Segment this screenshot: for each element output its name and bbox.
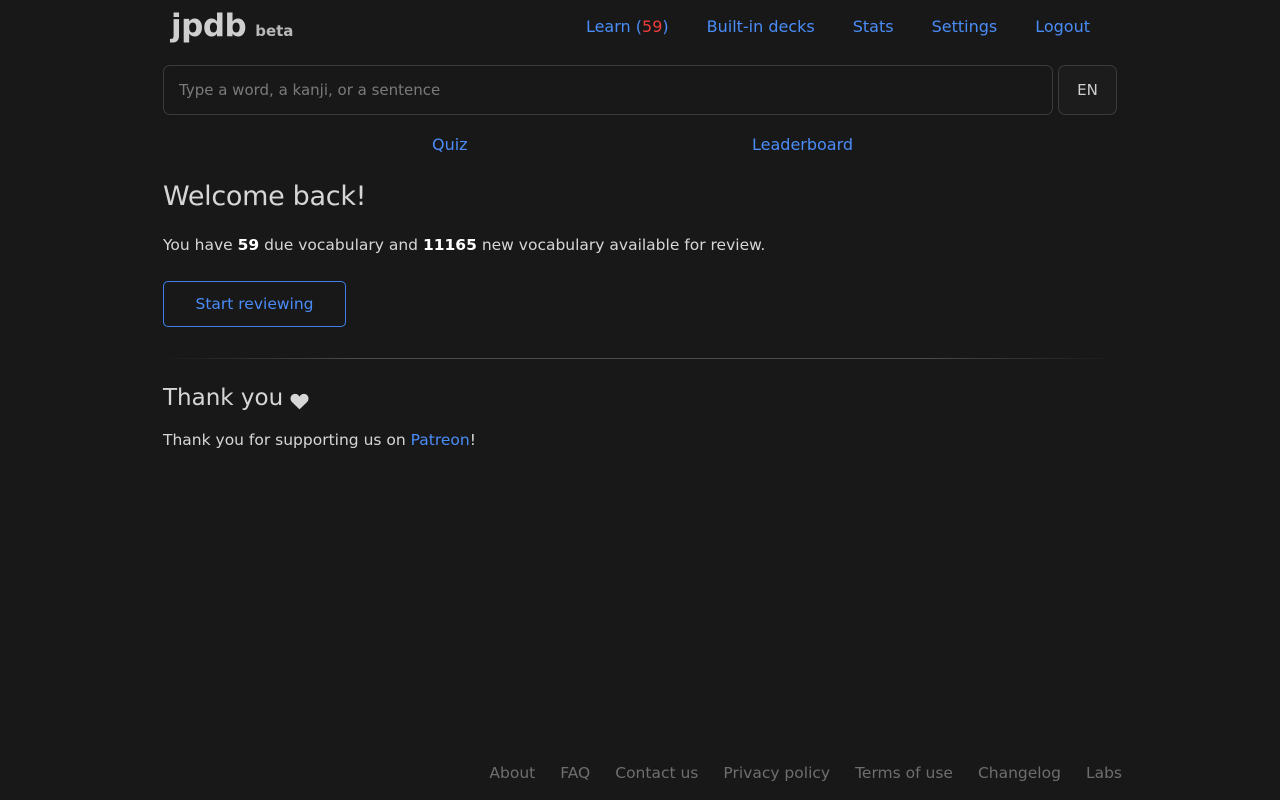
thanks-text-suffix: ! [469, 431, 476, 449]
nav-builtin-decks[interactable]: Built-in decks [707, 17, 815, 36]
nav-learn-count: 59 [642, 17, 663, 36]
nav-learn[interactable]: Learn (59) [586, 17, 669, 36]
welcome-title: Welcome back! [163, 181, 367, 212]
nav-stats[interactable]: Stats [853, 17, 894, 36]
start-reviewing-button[interactable]: Start reviewing [163, 281, 346, 327]
nav-logout[interactable]: Logout [1035, 17, 1090, 36]
new-count: 11165 [422, 236, 477, 254]
thanks-title: Thank you [163, 385, 309, 411]
logo[interactable]: jpdb beta [171, 8, 293, 44]
header: jpdb beta Learn (59) Built-in decks Stat… [163, 0, 1117, 60]
page-container: jpdb beta Learn (59) Built-in decks Stat… [163, 0, 1122, 800]
main-nav: Learn (59) Built-in decks Stats Settings… [548, 17, 1090, 36]
patreon-link[interactable]: Patreon [411, 431, 470, 449]
welcome-text-prefix: You have [163, 236, 238, 254]
welcome-summary: You have 59 due vocabulary and 11165 new… [163, 236, 765, 254]
thanks-message: Thank you for supporting us on Patreon! [163, 431, 476, 449]
welcome-text-middle: due vocabulary and [259, 236, 423, 254]
logo-beta-tag: beta [255, 22, 294, 40]
search-input[interactable] [163, 65, 1053, 115]
footer: About FAQ Contact us Privacy policy Term… [464, 764, 1122, 782]
logo-text: jpdb [171, 8, 247, 44]
nav-settings[interactable]: Settings [932, 17, 998, 36]
footer-contact[interactable]: Contact us [615, 764, 698, 782]
nav-learn-label: Learn [585, 17, 631, 36]
thanks-title-text: Thank you [163, 385, 284, 411]
language-button[interactable]: EN [1058, 65, 1117, 115]
welcome-text-suffix: new vocabulary available for review. [476, 236, 766, 254]
footer-changelog[interactable]: Changelog [978, 764, 1061, 782]
footer-terms[interactable]: Terms of use [855, 764, 953, 782]
search-row: EN [163, 65, 1117, 115]
footer-labs[interactable]: Labs [1086, 764, 1122, 782]
section-divider [163, 358, 1117, 359]
sub-links: Quiz Leaderboard [163, 135, 1117, 155]
leaderboard-link[interactable]: Leaderboard [752, 135, 853, 154]
due-count: 59 [237, 236, 260, 254]
thanks-text-prefix: Thank you for supporting us on [163, 431, 411, 449]
footer-faq[interactable]: FAQ [560, 764, 590, 782]
quiz-link[interactable]: Quiz [432, 135, 468, 154]
heart-icon [290, 390, 309, 409]
nav-learn-close-paren: ) [662, 17, 669, 36]
footer-privacy[interactable]: Privacy policy [723, 764, 830, 782]
footer-about[interactable]: About [489, 764, 535, 782]
